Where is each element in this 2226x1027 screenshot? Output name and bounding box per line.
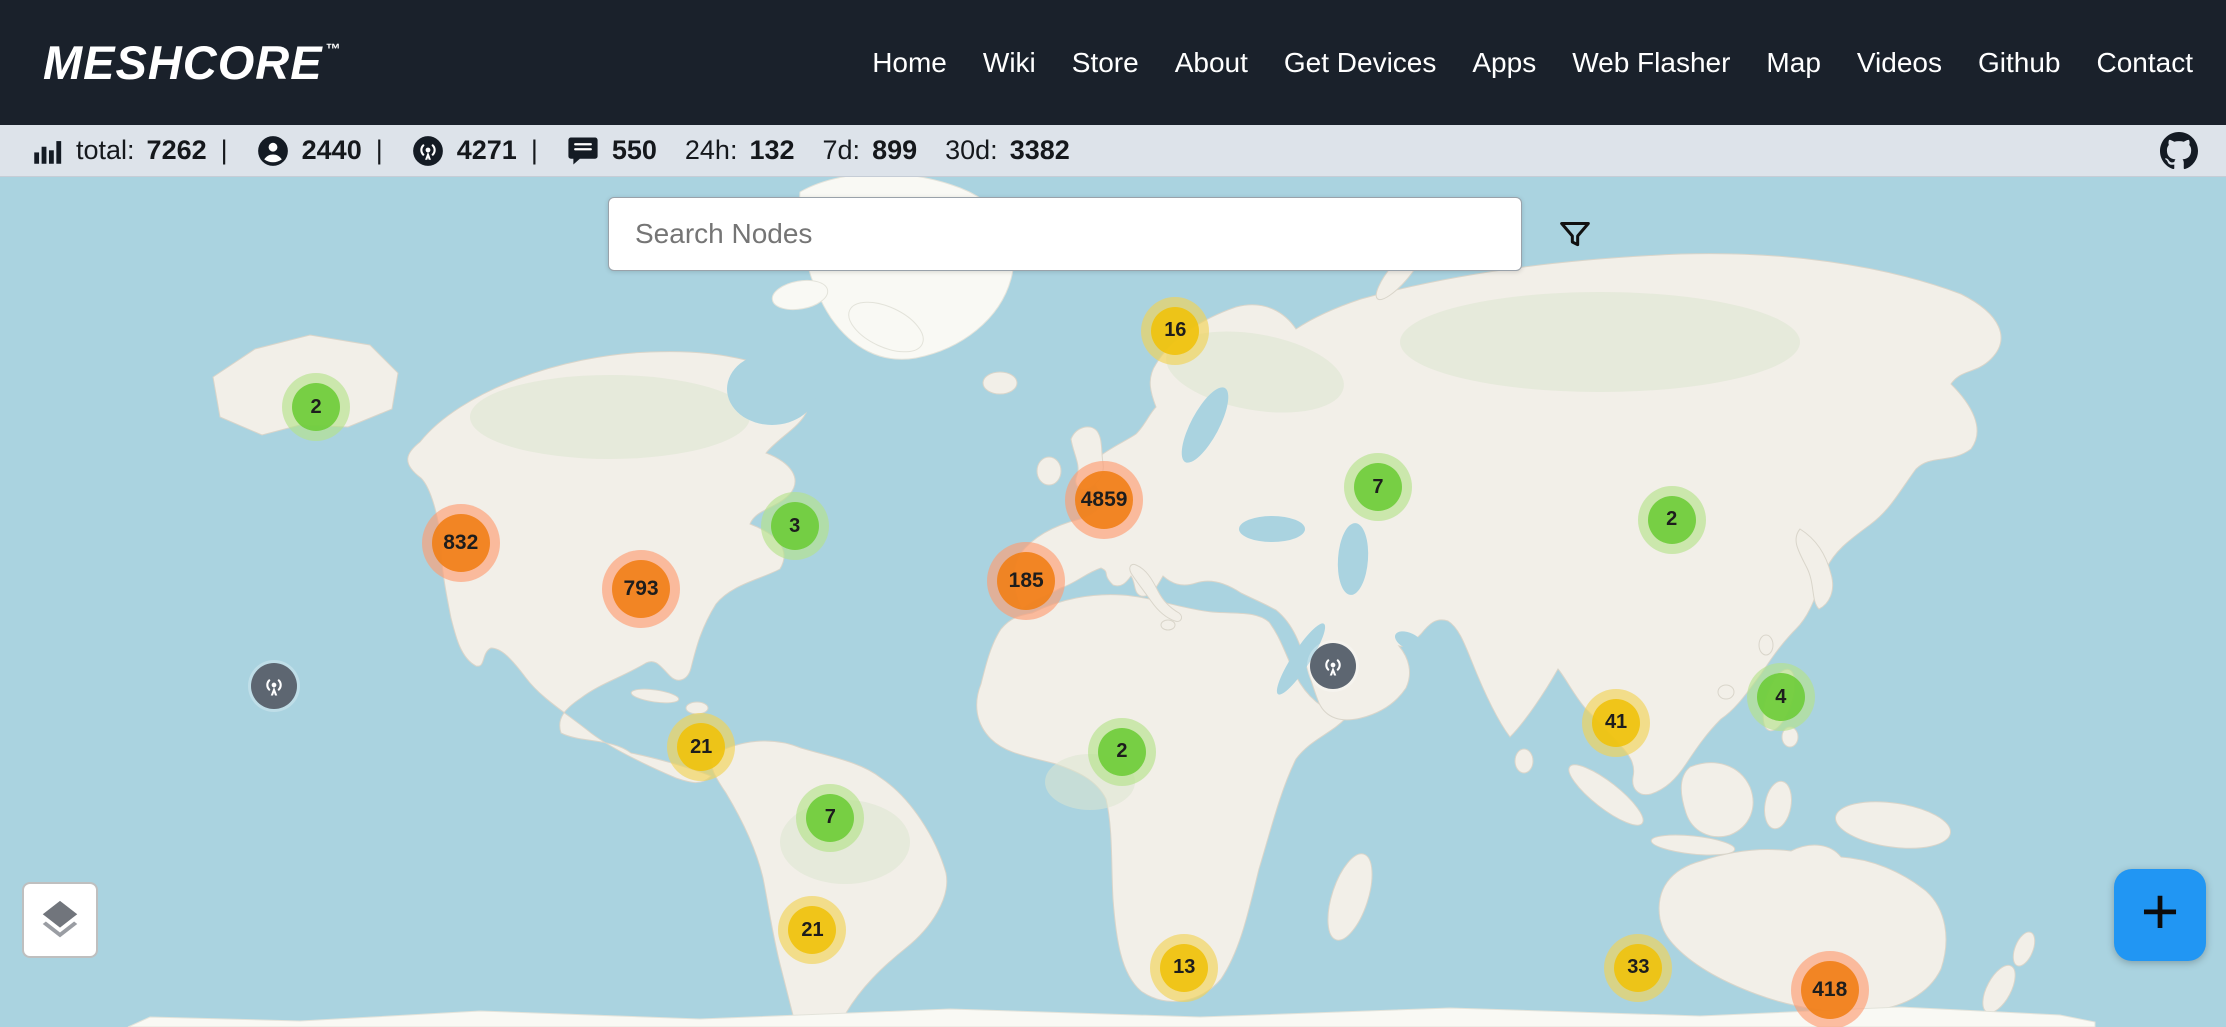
stats-items: total: 7262 | 2440 | 4271 | 550 24h: 132 7d: 899 30d… xyxy=(30,134,1070,168)
stat-value: 3382 xyxy=(1010,135,1070,166)
logo-trademark: ™ xyxy=(326,41,341,58)
cluster-marker[interactable]: 2 xyxy=(1088,718,1156,786)
cluster-count: 7 xyxy=(1354,463,1402,511)
chart-icon xyxy=(30,134,64,168)
stat-value: 899 xyxy=(872,135,917,166)
add-node-button[interactable]: + xyxy=(2114,869,2206,961)
antenna-icon xyxy=(1318,651,1348,681)
cluster-marker[interactable]: 7 xyxy=(796,784,864,852)
top-nav-bar: MESHCORE ™ Home Wiki Store About Get Devices… xyxy=(0,0,2226,125)
markers-layer: 2 832 793 3 16 4859 185 7 2 21 7 2 41 4 21 13 33 418 xyxy=(0,177,2226,1027)
search-input[interactable] xyxy=(608,197,1522,271)
layers-control[interactable] xyxy=(22,882,98,958)
cluster-marker[interactable]: 16 xyxy=(1141,297,1209,365)
stat-rooms: 550 xyxy=(566,134,657,168)
cluster-count: 13 xyxy=(1160,944,1208,992)
stat-repeaters: 4271 | xyxy=(411,134,538,168)
cluster-count: 2 xyxy=(1098,728,1146,776)
nav-item-videos[interactable]: Videos xyxy=(1857,47,1942,79)
cluster-count: 33 xyxy=(1614,944,1662,992)
main-nav: Home Wiki Store About Get Devices Apps Web Fla… xyxy=(872,47,2193,79)
stat-separator: | xyxy=(531,135,538,166)
stat-separator: | xyxy=(221,135,228,166)
antenna-icon xyxy=(259,671,289,701)
filter-icon xyxy=(1555,216,1595,256)
nav-item-home[interactable]: Home xyxy=(872,47,947,79)
meshcore-map-page: MESHCORE ™ Home Wiki Store About Get Devices… xyxy=(0,0,2226,1027)
stat-value: 4271 xyxy=(457,135,517,166)
cluster-marker[interactable]: 418 xyxy=(1791,951,1869,1027)
nav-item-github[interactable]: Github xyxy=(1978,47,2061,79)
cluster-count: 3 xyxy=(771,502,819,550)
stat-label: total: xyxy=(76,135,135,166)
cluster-count: 41 xyxy=(1592,699,1640,747)
cluster-marker[interactable]: 41 xyxy=(1582,689,1650,757)
cluster-count: 21 xyxy=(788,906,836,954)
user-icon xyxy=(256,134,290,168)
cluster-marker[interactable]: 2 xyxy=(1638,486,1706,554)
nav-item-wiki[interactable]: Wiki xyxy=(983,47,1036,79)
logo-text: MESHCORE xyxy=(43,39,323,86)
cluster-marker[interactable]: 21 xyxy=(778,896,846,964)
cluster-marker[interactable]: 2 xyxy=(282,373,350,441)
cluster-count: 2 xyxy=(292,383,340,431)
stat-value: 132 xyxy=(749,135,794,166)
nav-item-get-devices[interactable]: Get Devices xyxy=(1284,47,1437,79)
map-container[interactable]: 2 832 793 3 16 4859 185 7 2 21 7 2 41 4 21 13 33 418 + xyxy=(0,177,2226,1027)
cluster-marker[interactable]: 4859 xyxy=(1065,461,1143,539)
stats-bar: total: 7262 | 2440 | 4271 | 550 24h: 132 7d: 899 30d… xyxy=(0,125,2226,177)
node-marker[interactable] xyxy=(251,663,297,709)
stat-7d: 7d: 899 xyxy=(823,135,918,166)
search-bar xyxy=(608,197,1522,271)
node-marker[interactable] xyxy=(1310,643,1356,689)
cluster-count: 21 xyxy=(677,723,725,771)
cluster-marker[interactable]: 7 xyxy=(1344,453,1412,521)
stat-separator: | xyxy=(376,135,383,166)
cluster-count: 2 xyxy=(1648,496,1696,544)
nav-item-store[interactable]: Store xyxy=(1072,47,1139,79)
cluster-marker[interactable]: 13 xyxy=(1150,934,1218,1002)
nav-item-about[interactable]: About xyxy=(1175,47,1248,79)
cluster-marker[interactable]: 21 xyxy=(667,713,735,781)
cluster-marker[interactable]: 185 xyxy=(987,542,1065,620)
github-icon[interactable] xyxy=(2160,132,2198,170)
cluster-count: 793 xyxy=(612,560,670,618)
nav-item-apps[interactable]: Apps xyxy=(1472,47,1536,79)
layers-icon xyxy=(37,897,83,943)
nav-item-web-flasher[interactable]: Web Flasher xyxy=(1572,47,1730,79)
cluster-marker[interactable]: 793 xyxy=(602,550,680,628)
logo[interactable]: MESHCORE ™ xyxy=(43,39,341,86)
nav-item-contact[interactable]: Contact xyxy=(2097,47,2194,79)
cluster-count: 418 xyxy=(1801,961,1859,1019)
stat-30d: 30d: 3382 xyxy=(945,135,1070,166)
cluster-count: 185 xyxy=(997,552,1055,610)
stat-label: 24h: xyxy=(685,135,738,166)
cluster-count: 7 xyxy=(806,794,854,842)
nav-item-map[interactable]: Map xyxy=(1766,47,1820,79)
cluster-marker[interactable]: 3 xyxy=(761,492,829,560)
stat-value: 7262 xyxy=(147,135,207,166)
cluster-marker[interactable]: 33 xyxy=(1604,934,1672,1002)
stat-label: 7d: xyxy=(823,135,861,166)
cluster-count: 832 xyxy=(432,514,490,572)
cluster-count: 4859 xyxy=(1075,471,1133,529)
antenna-icon xyxy=(411,134,445,168)
stat-value: 550 xyxy=(612,135,657,166)
stat-value: 2440 xyxy=(302,135,362,166)
cluster-count: 16 xyxy=(1151,307,1199,355)
cluster-marker[interactable]: 4 xyxy=(1747,663,1815,731)
cluster-marker[interactable]: 832 xyxy=(422,504,500,582)
stat-24h: 24h: 132 xyxy=(685,135,795,166)
filter-button[interactable] xyxy=(1552,213,1598,259)
stat-users: 2440 | xyxy=(256,134,383,168)
stat-total: total: 7262 | xyxy=(30,134,228,168)
cluster-count: 4 xyxy=(1757,673,1805,721)
stat-label: 30d: xyxy=(945,135,998,166)
chat-icon xyxy=(566,134,600,168)
